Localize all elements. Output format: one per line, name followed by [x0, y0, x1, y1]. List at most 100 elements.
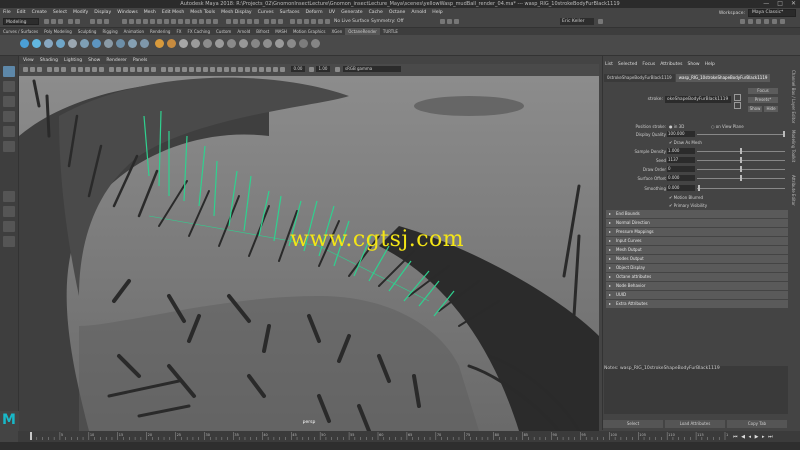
color-management-icon[interactable] [252, 67, 257, 72]
cone-icon[interactable] [56, 39, 65, 48]
sphere-icon[interactable] [20, 39, 29, 48]
new-scene-icon[interactable] [44, 19, 49, 24]
slider-handle[interactable] [698, 185, 700, 191]
surface-offset-field[interactable]: 0.000 [667, 175, 695, 181]
stroke-name-field[interactable]: okeShapeBodyFurBlack1119 [665, 96, 731, 103]
render-icon[interactable] [311, 19, 316, 24]
color-management-icon[interactable] [210, 67, 215, 72]
exposure-field[interactable]: 0.00 [291, 66, 305, 72]
smoothing-slider[interactable] [697, 188, 785, 189]
mask-icon[interactable] [178, 19, 183, 24]
command-line[interactable] [0, 442, 800, 450]
menu-item-uv[interactable]: UV [329, 10, 336, 15]
shadows-icon[interactable] [99, 67, 104, 72]
menu-item-deform[interactable]: Deform [306, 10, 323, 15]
section-nodes-output[interactable]: Nodes Output [606, 255, 788, 263]
snap-surface-icon[interactable] [254, 19, 259, 24]
mask-icon[interactable] [150, 19, 155, 24]
disc-icon[interactable] [92, 39, 101, 48]
dof-icon[interactable] [151, 67, 156, 72]
side-tab-modeling-toolkit[interactable]: Modeling Toolkit [791, 130, 796, 162]
viewport-menu-show[interactable]: Show [88, 58, 100, 63]
smooth-icon[interactable] [179, 39, 188, 48]
multi-cut-icon[interactable] [239, 39, 248, 48]
mask-icon[interactable] [213, 19, 218, 24]
color-management-icon[interactable] [203, 67, 208, 72]
focus-button[interactable]: Focus [748, 88, 778, 94]
pipe-icon[interactable] [104, 39, 113, 48]
shelf-tab-fx-caching[interactable]: FX Caching [185, 28, 213, 35]
mask-icon[interactable] [206, 19, 211, 24]
section-pressure-mappings[interactable]: Pressure Mappings [606, 228, 788, 236]
presets-button[interactable]: Presets* [748, 97, 778, 103]
color-management-icon[interactable] [224, 67, 229, 72]
primary-visibility-checkbox[interactable]: ✔ Primary Visibility [669, 203, 707, 208]
menu-item-arnold[interactable]: Arnold [411, 10, 426, 15]
render-icon[interactable] [290, 19, 295, 24]
radio-view-plane[interactable]: ○ on View Plane [711, 124, 744, 129]
color-management-icon[interactable] [161, 67, 166, 72]
gamma-field[interactable]: 1.00 [316, 66, 330, 72]
viewport-menu-lighting[interactable]: Lighting [64, 58, 82, 63]
color-management-icon[interactable] [280, 67, 285, 72]
shelf-tab-rendering[interactable]: Rendering [147, 28, 173, 35]
cylinder-icon[interactable] [44, 39, 53, 48]
render-icon[interactable] [318, 19, 323, 24]
single-view-icon[interactable] [3, 191, 15, 202]
lights-icon[interactable] [92, 67, 97, 72]
section-end-bounds[interactable]: End Bounds [606, 210, 788, 218]
color-management-icon[interactable] [182, 67, 187, 72]
shelf-tab-xgen[interactable]: XGen [328, 28, 345, 35]
uv-editor-icon[interactable] [287, 39, 296, 48]
workspace-dropdown[interactable]: Maya Classic* [748, 9, 796, 17]
menu-item-mesh-display[interactable]: Mesh Display [221, 10, 252, 15]
panel-toggle-icon[interactable] [772, 19, 777, 24]
extrude-icon[interactable] [203, 39, 212, 48]
motion-blurred-checkbox[interactable]: ✔ Motion Blurred [669, 195, 703, 200]
shelf-tab-custom[interactable]: Custom [213, 28, 234, 35]
side-tab-channel-box[interactable]: Channel Box / Layer Editor [791, 70, 796, 123]
snap-curve-icon[interactable] [233, 19, 238, 24]
sample-density-field[interactable]: 1.000 [667, 148, 695, 154]
maximize-icon[interactable]: □ [777, 0, 783, 7]
bridge-icon[interactable] [215, 39, 224, 48]
color-management-icon[interactable] [238, 67, 243, 72]
gear-icon[interactable] [128, 39, 137, 48]
menu-item-surfaces[interactable]: Surfaces [280, 10, 300, 15]
load-attributes-button[interactable]: Load Attributes [665, 420, 725, 428]
mask-icon[interactable] [171, 19, 176, 24]
panel-icon[interactable] [447, 19, 452, 24]
slider-handle[interactable] [740, 166, 742, 172]
shelf-tab-bifrost[interactable]: Bifrost [253, 28, 272, 35]
slider-handle[interactable] [740, 157, 742, 163]
menu-item-help[interactable]: Help [432, 10, 442, 15]
lasso-tool-icon[interactable] [3, 81, 15, 92]
smooth-shade-icon[interactable] [78, 67, 83, 72]
select-object-icon[interactable] [97, 19, 102, 24]
menu-item-edit-mesh[interactable]: Edit Mesh [162, 10, 184, 15]
live-surface-label[interactable]: No Live Surface [334, 19, 369, 24]
shelf-tab-poly-modeling[interactable]: Poly Modeling [41, 28, 75, 35]
panel-icon[interactable] [440, 19, 445, 24]
shelf-tab-octanerender[interactable]: OctaneRender [345, 28, 380, 35]
mask-icon[interactable] [129, 19, 134, 24]
menu-item-octane[interactable]: Octane [389, 10, 406, 15]
separate-icon[interactable] [167, 39, 176, 48]
tab-stroke-shape-rig[interactable]: wasp_RIG_10strokeShapeBodyFurBlack1119 [675, 74, 771, 82]
select-tool-icon[interactable] [3, 66, 15, 77]
notes-area[interactable] [604, 366, 788, 414]
select-component-icon[interactable] [104, 19, 109, 24]
section-normal-direction[interactable]: Normal Direction [606, 219, 788, 227]
antialias-icon[interactable] [144, 67, 149, 72]
torus-icon[interactable] [68, 39, 77, 48]
scale-tool-icon[interactable] [3, 141, 15, 152]
xray-icon[interactable] [116, 67, 121, 72]
show-button[interactable]: Show [748, 106, 762, 112]
color-management-icon[interactable] [245, 67, 250, 72]
history-icon[interactable] [271, 19, 276, 24]
menu-item-cache[interactable]: Cache [369, 10, 383, 15]
mask-icon[interactable] [164, 19, 169, 24]
viewport-menu-renderer[interactable]: Renderer [106, 58, 127, 63]
viewport-menu-shading[interactable]: Shading [40, 58, 58, 63]
workspace-selector[interactable]: Workspace: Maya Classic* [719, 9, 796, 17]
